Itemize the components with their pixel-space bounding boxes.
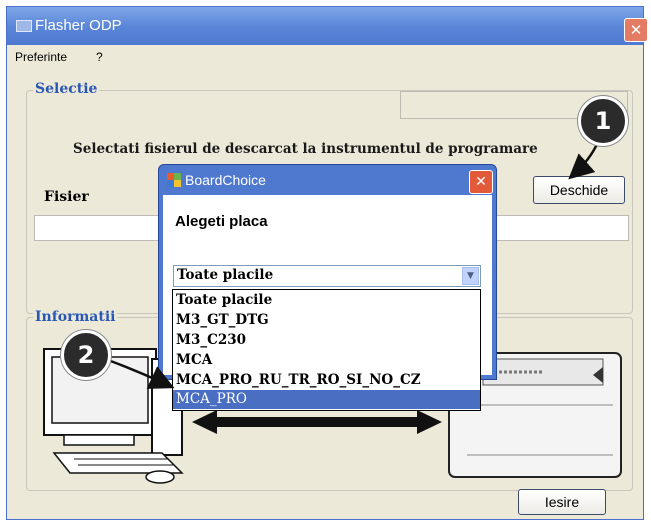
open-button[interactable]: Deschide [533,176,625,204]
board-choice-icon [167,173,181,187]
dropdown-arrow-icon[interactable]: ▼ [462,267,479,285]
board-select[interactable]: Toate placile ▼ [173,265,481,287]
close-icon[interactable]: ✕ [624,18,648,42]
instruction-text: Selectati fisierul de descarcat la instr… [73,141,538,157]
informatii-label: Informatii [33,309,118,325]
option-mca[interactable]: MCA [173,351,480,370]
selectie-label: Selectie [33,81,100,97]
option-m3-gt-dtg[interactable]: M3_GT_DTG [173,311,480,330]
board-select-value: Toate placile [177,267,274,283]
option-mca-pro-ru-tr-ro-si-no-cz[interactable]: MCA_PRO_RU_TR_RO_SI_NO_CZ [173,371,480,390]
board-options-list: Toate placile M3_GT_DTG M3_C230 MCA MCA_… [172,289,481,411]
dialog-title: BoardChoice [185,172,266,188]
app-icon [16,20,32,32]
connection-arrow-icon [192,410,442,434]
window-title: Flasher ODP [35,17,122,34]
menu-help[interactable]: ? [96,50,103,64]
menu-bar: Preferinte ? [7,45,643,69]
callout-1: 1 [578,96,628,146]
option-mca-pro[interactable]: MCA_PRO [173,390,480,409]
dialog-prompt: Alegeti placa [175,213,268,230]
exit-button[interactable]: Iesire [518,489,606,515]
menu-preferinte[interactable]: Preferinte [15,50,67,64]
option-m3-c230[interactable]: M3_C230 [173,331,480,350]
callout-2: 2 [61,330,111,380]
option-toate-placile[interactable]: Toate placile [173,291,480,310]
window-title-bar[interactable]: Flasher ODP [7,7,643,45]
file-label: Fisier [44,189,89,205]
dialog-close-icon[interactable]: ✕ [469,170,493,194]
